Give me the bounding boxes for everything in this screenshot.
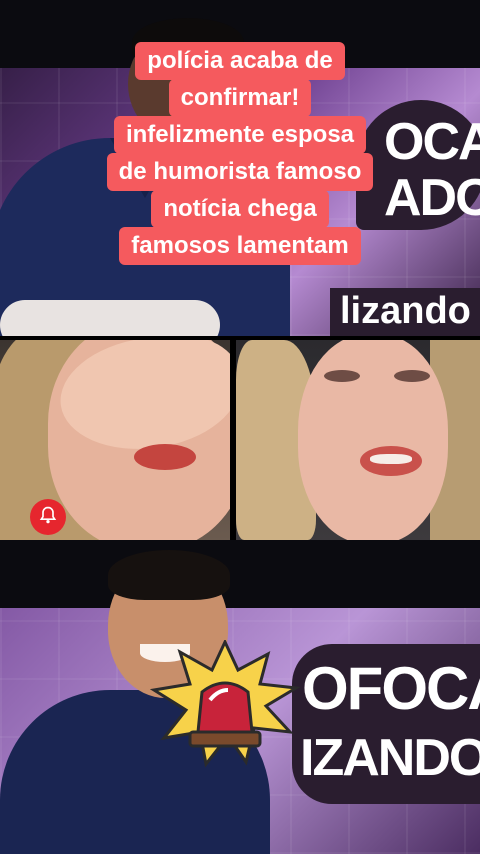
caption-line: notícia chega — [151, 190, 329, 228]
show-logo-top-sub: lizando — [330, 288, 480, 336]
caption-line: polícia acaba de — [135, 42, 345, 80]
caption-line: confirmar! — [168, 79, 312, 117]
crying-woman-right-frame — [236, 340, 480, 540]
siren-icon — [149, 638, 301, 770]
show-logo-bottom: OFOCA IZANDO — [292, 644, 480, 804]
studio-top-banner — [0, 540, 480, 608]
caption-line: de humorista famoso — [106, 153, 374, 191]
caption-line: famosos lamentam — [119, 227, 361, 265]
show-logo-line2: IZANDO — [300, 729, 480, 787]
bell-icon — [38, 505, 58, 530]
caption-line: infelizmente esposa — [113, 116, 367, 154]
show-logo-line1: OFOCA — [302, 655, 480, 722]
notification-bell-button[interactable] — [30, 499, 66, 535]
headline-caption: polícia acaba de confirmar! infelizmente… — [0, 42, 480, 265]
